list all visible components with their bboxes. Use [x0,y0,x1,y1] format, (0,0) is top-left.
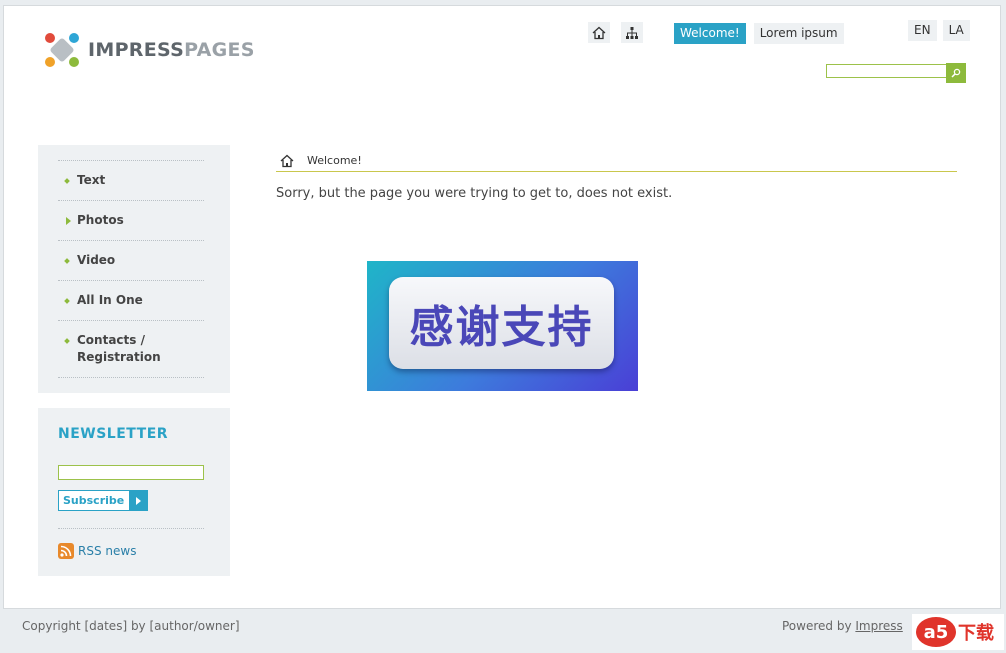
subscribe-button[interactable]: Subscribe [58,490,149,511]
powered-by-link[interactable]: Impress [855,619,902,633]
sidebar-item-label: Video [77,253,116,267]
site-logo[interactable]: IMPRESSPAGES [42,28,255,72]
footer-powered-by: Powered by Impress [782,619,903,633]
rss-label: RSS news [78,544,137,558]
newsletter-divider [58,528,204,529]
error-message: Sorry, but the page you were trying to g… [276,186,673,201]
footer-copyright: Copyright [dates] by [author/owner] [22,619,240,633]
rss-icon [58,543,74,559]
sidebar-item-contacts[interactable]: Contacts / Registration [58,321,204,378]
breadcrumb: Welcome! [276,150,957,172]
sidebar-item-all-in-one[interactable]: All In One [58,281,204,321]
arrow-right-icon [129,491,148,510]
thanks-banner-plate: 感谢支持 [389,277,614,369]
sidebar-item-label: Text [77,173,106,187]
bullet-icon [64,178,70,184]
lang-la[interactable]: LA [942,20,970,41]
powered-by-label: Powered by [782,619,852,633]
sidebar-item-label-line2: Registration [77,350,161,364]
sidebar-item-label: Contacts / [77,333,145,347]
search-input[interactable] [826,64,947,78]
logo-text: IMPRESSPAGES [88,39,255,61]
bullet-icon [64,338,70,344]
search-box [826,63,966,83]
rss-link[interactable]: RSS news [58,543,136,559]
logo-text-part1: IMPRESS [88,39,185,61]
logo-text-part2: PAGES [184,39,255,61]
home-icon[interactable] [280,154,294,168]
search-icon [951,68,961,78]
breadcrumb-current: Welcome! [307,154,362,167]
home-icon[interactable] [588,22,610,43]
newsletter-email-input[interactable] [58,465,204,480]
subscribe-label: Subscribe [63,494,125,507]
watermark-badge-icon: a5 [916,617,956,647]
search-button[interactable] [946,63,966,83]
sitemap-icon[interactable] [621,22,643,43]
sidebar-item-video[interactable]: Video [58,241,204,281]
nav-item-welcome[interactable]: Welcome! [674,23,746,44]
sidebar-menu: Text Photos Video All In One Contacts / … [38,145,230,393]
lang-en[interactable]: EN [908,20,937,41]
newsletter-panel: NEWSLETTER Subscribe RSS news [38,408,230,576]
arrow-right-icon [66,217,71,225]
thanks-banner-image: 感谢支持 [367,261,638,391]
thanks-banner-text: 感谢支持 [409,302,594,353]
watermark-logo: a5 下载 [912,614,1004,650]
sidebar-item-photos[interactable]: Photos [58,201,204,241]
sidebar-item-text[interactable]: Text [58,161,204,201]
nav-item-lorem-ipsum[interactable]: Lorem ipsum [753,23,844,44]
sidebar-item-label: All In One [77,293,143,307]
newsletter-title: NEWSLETTER [58,426,169,442]
top-navigation: Welcome! Lorem ipsum [674,23,852,44]
watermark-text: 下载 [958,623,994,644]
language-selector: EN LA [902,20,970,41]
logo-mark-icon [42,30,82,70]
bullet-icon [64,258,70,264]
sidebar-item-label: Photos [77,213,124,227]
bullet-icon [64,298,70,304]
